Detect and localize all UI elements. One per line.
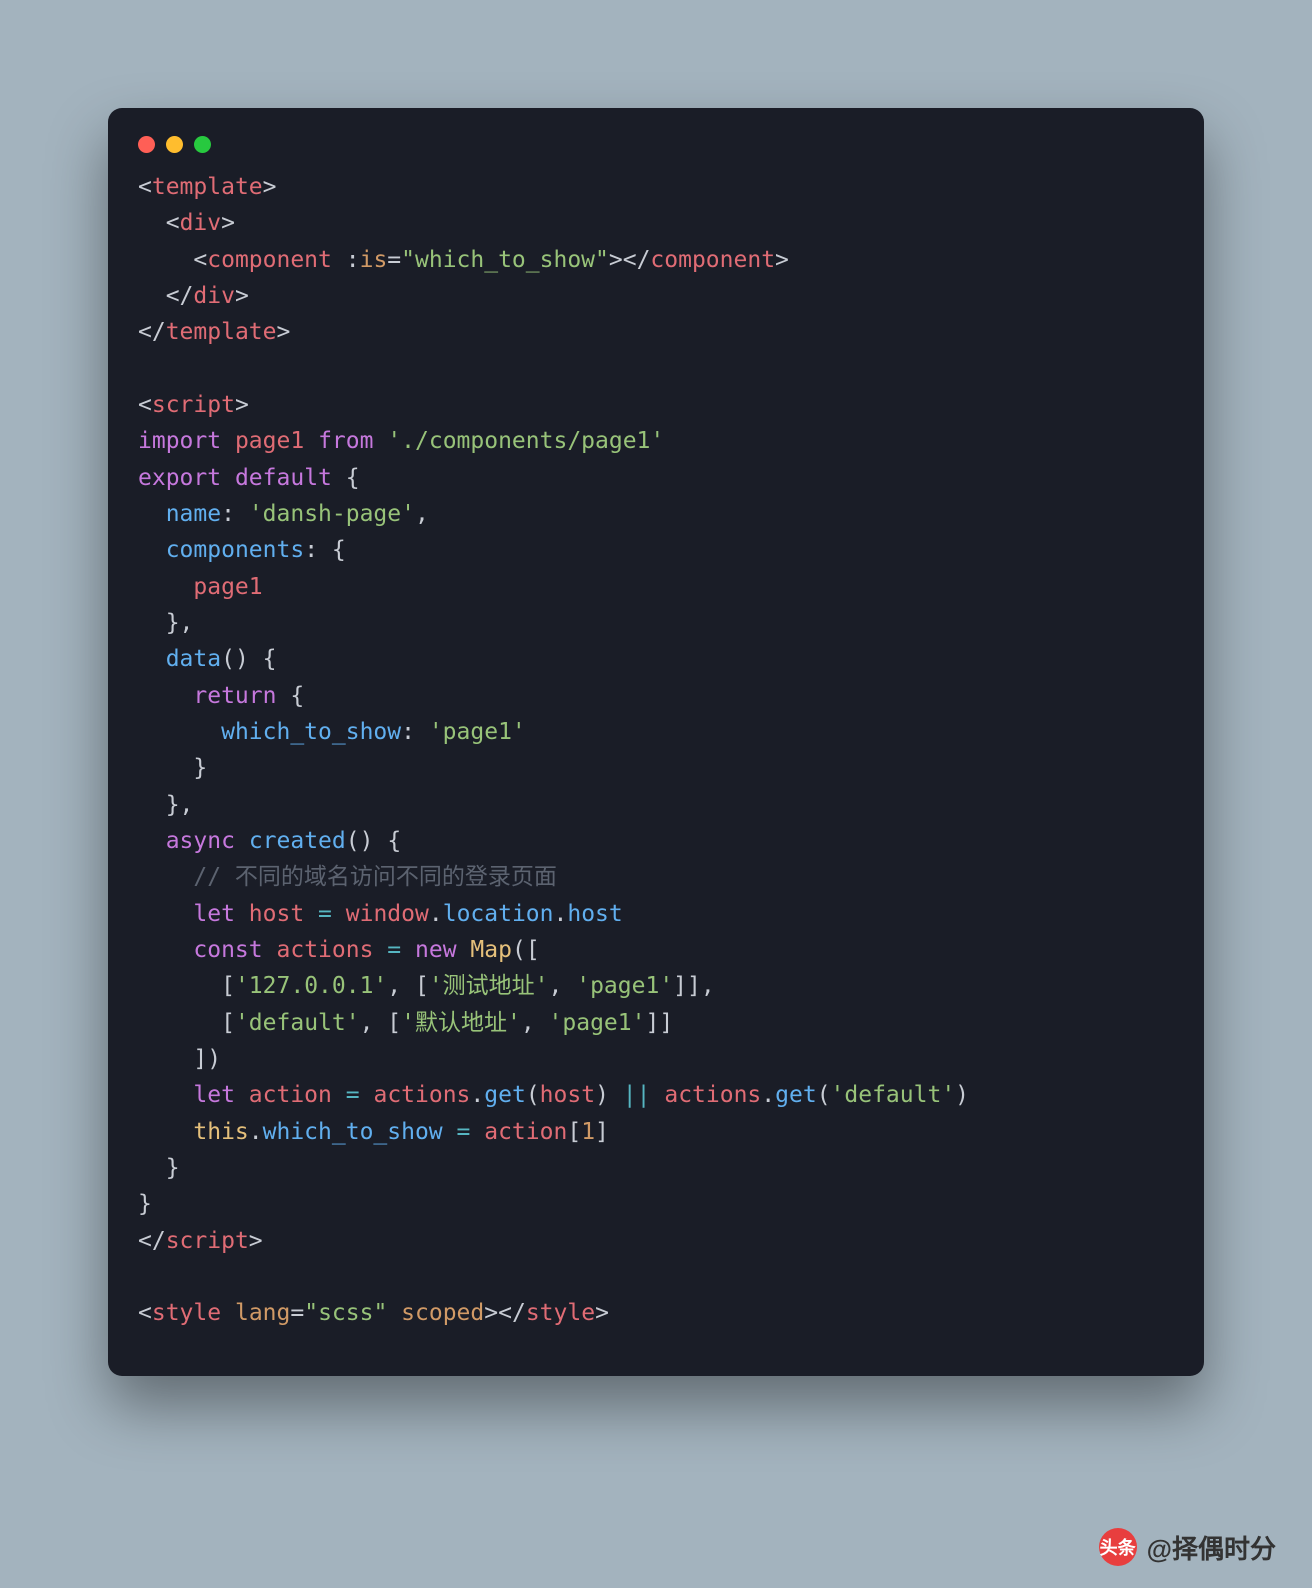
toutiao-logo-icon: 头条 (1099, 1528, 1137, 1566)
watermark-handle: @择偶时分 (1147, 1529, 1276, 1566)
logo-text: 头条 (1100, 1534, 1136, 1560)
minimize-icon[interactable] (166, 136, 183, 153)
window-traffic-lights (108, 136, 1204, 169)
code-block: <template> <div> <component :is="which_t… (108, 169, 1204, 1332)
zoom-icon[interactable] (194, 136, 211, 153)
watermark: 头条 @择偶时分 (1099, 1528, 1276, 1566)
code-window: <template> <div> <component :is="which_t… (108, 108, 1204, 1376)
close-icon[interactable] (138, 136, 155, 153)
